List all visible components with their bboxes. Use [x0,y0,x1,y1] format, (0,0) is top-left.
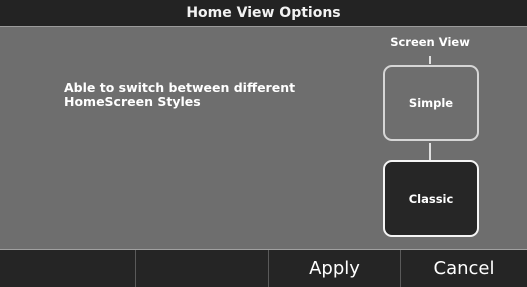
simple-view-label: Simple [408,96,454,110]
classic-view-label: Classic [408,191,454,206]
description-text: Able to switch between different HomeScr… [64,80,296,109]
connector-line-middle [429,143,431,160]
bottom-button-bar: Apply Cancel [0,249,527,287]
simple-view-option[interactable]: Simple [383,65,479,141]
apply-button[interactable]: Apply [269,250,401,287]
home-view-options-screen: Home View Options Able to switch between… [0,0,527,287]
classic-view-option[interactable]: Classic [383,160,479,237]
empty-softkey-1 [0,250,136,287]
cancel-button[interactable]: Cancel [401,250,527,287]
page-title: Home View Options [0,0,527,27]
connector-line-top [429,56,431,64]
empty-softkey-2 [136,250,269,287]
screen-view-label: Screen View [390,35,470,49]
